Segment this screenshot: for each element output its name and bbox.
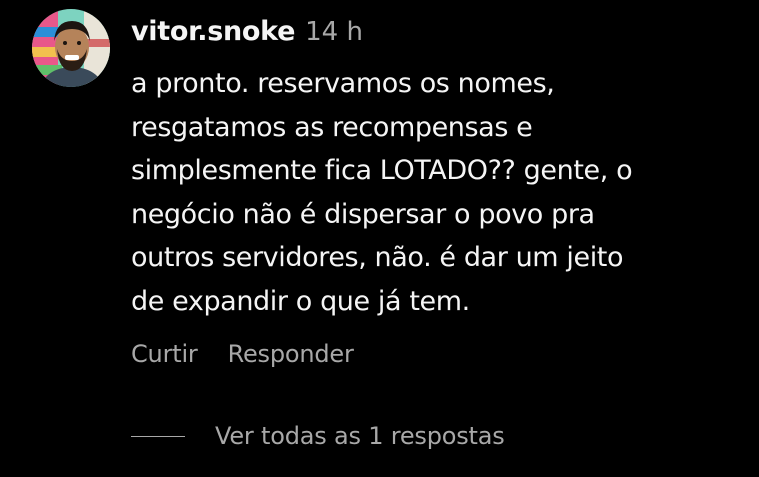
reply-button[interactable]: Responder bbox=[228, 340, 354, 368]
replies-divider bbox=[131, 435, 185, 437]
comment-text: a pronto. reservamos os nomes, resgatamo… bbox=[131, 62, 741, 323]
comment: vitor.snoke 14 h a pronto. reservamos os… bbox=[0, 0, 759, 477]
comment-text-line: simplesmente fica LOTADO?? gente, o bbox=[131, 155, 633, 186]
avatar[interactable] bbox=[32, 9, 110, 87]
view-replies-button[interactable]: Ver todas as 1 respostas bbox=[131, 422, 505, 450]
like-button[interactable]: Curtir bbox=[131, 340, 198, 368]
comment-text-line: resgatamos as recompensas e bbox=[131, 111, 533, 143]
comment-header: vitor.snoke 14 h bbox=[131, 16, 363, 52]
view-replies-label: Ver todas as 1 respostas bbox=[215, 422, 505, 450]
timestamp: 14 h bbox=[305, 17, 363, 47]
username-link[interactable]: vitor.snoke bbox=[131, 16, 295, 47]
comment-actions: Curtir Responder bbox=[131, 340, 354, 368]
comment-text-line: a pronto. reservamos os nomes, bbox=[131, 68, 555, 99]
comment-text-line: de expandir o que já tem. bbox=[131, 285, 470, 317]
profile-photo-avatar-icon bbox=[32, 9, 110, 87]
comment-text-line: negócio não é dispersar o povo pra bbox=[131, 198, 595, 230]
comment-text-line: outros servidores, não. é dar um jeito bbox=[131, 242, 624, 273]
